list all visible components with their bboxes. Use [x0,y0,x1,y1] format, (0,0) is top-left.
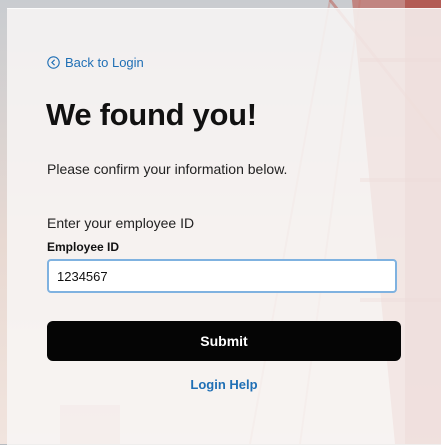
back-to-login-link[interactable]: Back to Login [47,55,144,70]
employee-id-prompt: Enter your employee ID [47,215,195,231]
page-title: We found you! [46,97,257,132]
back-to-login-label: Back to Login [65,55,144,70]
chevron-left-circle-icon [47,56,60,69]
employee-id-label: Employee ID [47,240,120,254]
login-card: Back to Login We found you! Please confi… [7,8,441,445]
login-help-link[interactable]: Login Help [7,377,441,392]
confirm-instructions: Please confirm your information below. [47,161,288,177]
employee-id-input[interactable] [47,259,397,293]
submit-button[interactable]: Submit [47,321,401,361]
